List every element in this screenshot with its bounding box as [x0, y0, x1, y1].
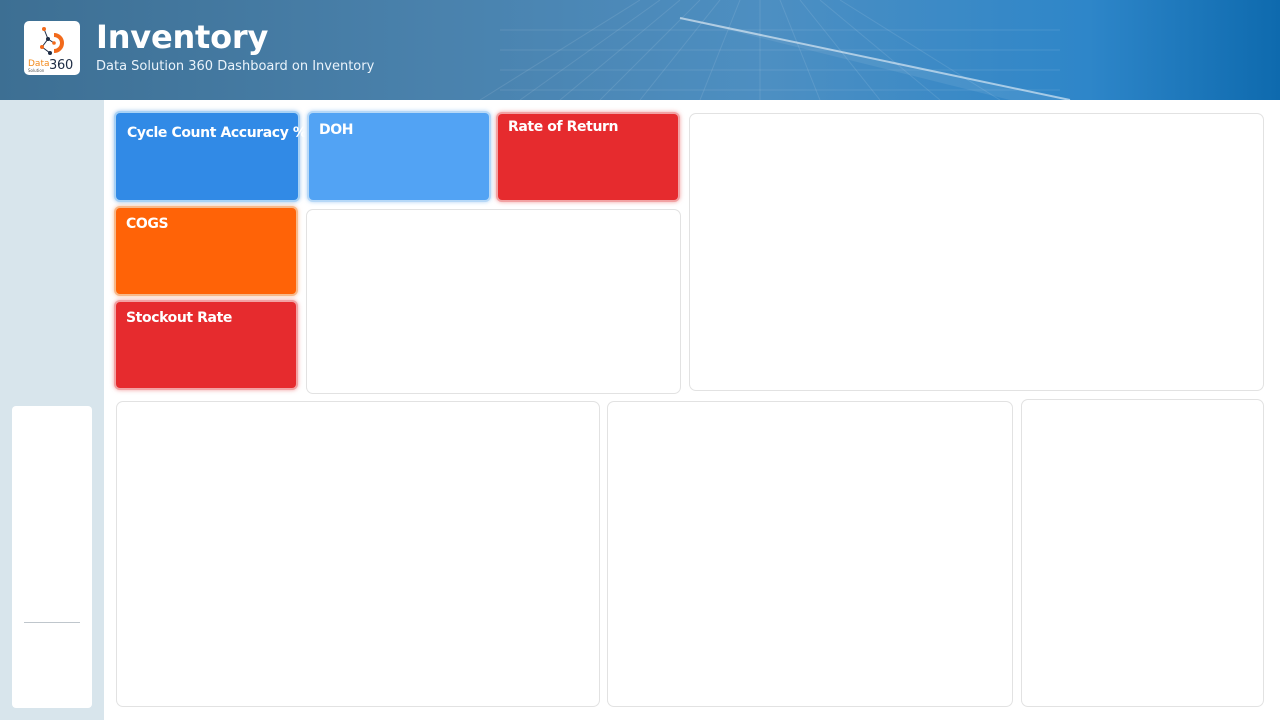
- logo-number: 360: [49, 58, 73, 73]
- kpi-label: Rate of Return: [508, 119, 619, 135]
- kpi-label: Cycle Count Accuracy %: [127, 125, 307, 141]
- kpi-label: COGS: [126, 216, 169, 232]
- visual-panel-bottom-left[interactable]: [116, 401, 600, 707]
- kpi-cogs[interactable]: COGS: [116, 208, 296, 294]
- app-logo: Data Solution 360: [24, 21, 80, 75]
- kpi-label: DOH: [319, 122, 354, 138]
- visual-panel-top-right[interactable]: [689, 113, 1264, 391]
- logo-subword: Solution: [28, 68, 45, 73]
- kpi-cycle-count-accuracy[interactable]: Cycle Count Accuracy %: [116, 113, 307, 200]
- logo-network-icon: [40, 27, 64, 55]
- filter-divider: [24, 622, 80, 623]
- filter-panel[interactable]: [12, 406, 92, 708]
- kpi-stockout-rate[interactable]: Stockout Rate: [116, 302, 296, 388]
- page-title: Inventory: [96, 18, 269, 56]
- page-subtitle: Data Solution 360 Dashboard on Inventory: [96, 59, 375, 74]
- kpi-rate-of-return[interactable]: Rate of Return: [498, 114, 678, 200]
- visual-panel-bottom-center[interactable]: [607, 401, 1013, 707]
- header-banner: Data Solution 360 Inventory Data Solutio…: [0, 0, 1280, 100]
- visual-panel-middle[interactable]: [306, 209, 681, 394]
- filter-sidebar: [0, 100, 104, 720]
- visual-panel-bottom-right[interactable]: [1021, 399, 1264, 707]
- kpi-doh[interactable]: DOH: [309, 113, 489, 200]
- kpi-label: Stockout Rate: [126, 310, 232, 326]
